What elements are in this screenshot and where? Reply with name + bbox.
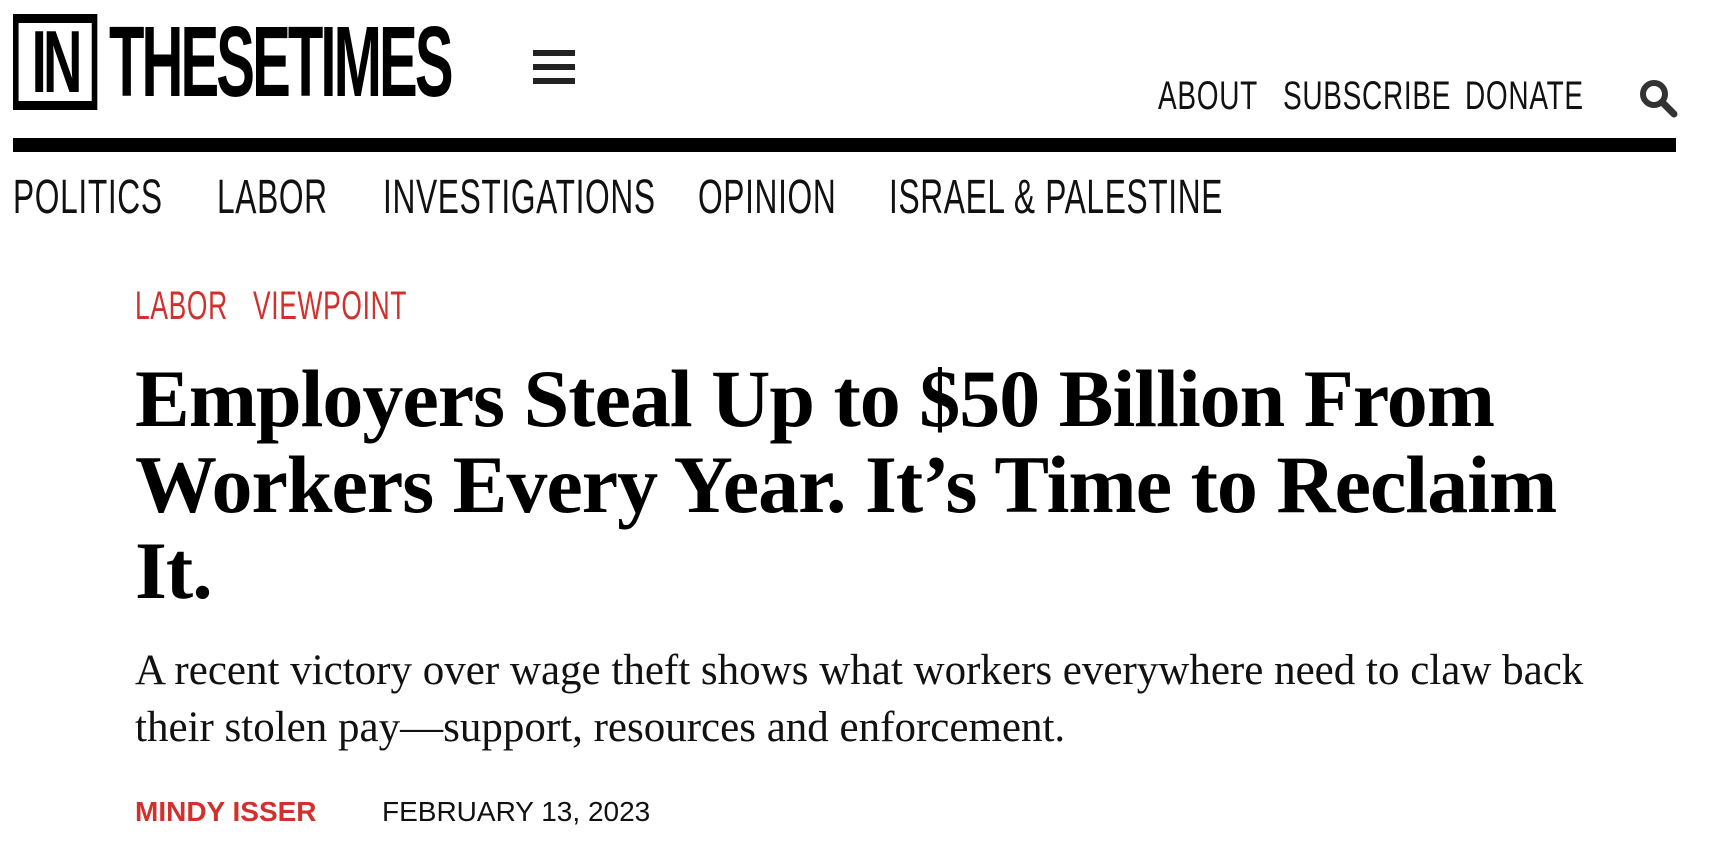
- nav-item-labor[interactable]: LABOR: [217, 170, 328, 226]
- nav-item-politics[interactable]: POLITICS: [13, 170, 163, 226]
- header-divider: [13, 138, 1676, 152]
- article-header: LABOR VIEWPOINT Employers Steal Up to $5…: [135, 282, 1615, 827]
- logo-wordmark: THESETIMES: [109, 6, 454, 118]
- byline: MINDY ISSER FEBRUARY 13, 2023: [135, 794, 935, 830]
- menu-bar: [533, 78, 575, 84]
- search-icon[interactable]: [1638, 78, 1678, 118]
- menu-bar: [533, 50, 575, 56]
- tag-viewpoint[interactable]: VIEWPOINT: [253, 282, 407, 330]
- site-header: IN THESETIMES ABOUT SUBSCRIBE DONATE: [13, 8, 1678, 148]
- article-tags: LABOR VIEWPOINT: [135, 282, 1615, 330]
- page: IN THESETIMES ABOUT SUBSCRIBE DONATE POL…: [0, 0, 1709, 859]
- publish-date: FEBRUARY 13, 2023: [382, 796, 651, 827]
- section-nav: POLITICS LABOR INVESTIGATIONS OPINION IS…: [13, 170, 1313, 226]
- article-dek: A recent victory over wage theft shows w…: [135, 647, 1584, 751]
- subscribe-link[interactable]: SUBSCRIBE: [1283, 76, 1451, 116]
- tag-labor[interactable]: LABOR: [135, 282, 228, 330]
- nav-item-israel-palestine[interactable]: ISRAEL & PALESTINE: [889, 170, 1223, 226]
- nav-item-investigations[interactable]: INVESTIGATIONS: [383, 170, 656, 226]
- about-link[interactable]: ABOUT: [1158, 76, 1258, 116]
- author-link[interactable]: MINDY ISSER: [135, 794, 317, 830]
- nav-item-opinion[interactable]: OPINION: [698, 170, 836, 226]
- donate-link[interactable]: DONATE: [1465, 76, 1584, 116]
- article-headline: Employers Steal Up to $50 Billion From W…: [135, 353, 1557, 616]
- logo-box: IN: [13, 14, 98, 110]
- hamburger-menu-icon[interactable]: [533, 50, 575, 84]
- search-icon-graphic: [1640, 80, 1678, 118]
- menu-bar: [533, 64, 575, 70]
- site-logo[interactable]: IN THESETIMES: [13, 12, 454, 112]
